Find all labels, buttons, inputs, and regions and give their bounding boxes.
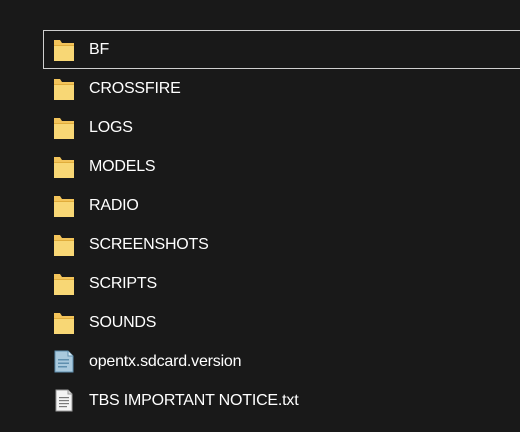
file-row-crossfire[interactable]: CROSSFIRE — [43, 69, 520, 108]
folder-icon — [53, 37, 75, 62]
file-name: LOGS — [89, 119, 133, 136]
file-name: SCRIPTS — [89, 275, 157, 292]
file-row-scripts[interactable]: SCRIPTS — [43, 264, 520, 303]
folder-icon — [53, 232, 75, 257]
text-file-icon — [53, 388, 75, 413]
folder-icon — [53, 115, 75, 140]
file-name: MODELS — [89, 158, 156, 175]
file-name: SCREENSHOTS — [89, 236, 209, 253]
file-name: RADIO — [89, 197, 139, 214]
version-file-icon — [53, 349, 75, 374]
folder-icon — [53, 310, 75, 335]
file-row-sounds[interactable]: SOUNDS — [43, 303, 520, 342]
folder-icon — [53, 76, 75, 101]
folder-icon — [53, 271, 75, 296]
file-name: SOUNDS — [89, 314, 157, 331]
file-row-models[interactable]: MODELS — [43, 147, 520, 186]
file-list: BF CROSSFIRE LOGS MODELS RADIO SCREENSHO… — [43, 30, 520, 420]
file-name: BF — [89, 41, 110, 58]
file-row-radio[interactable]: RADIO — [43, 186, 520, 225]
file-row-opentx-sdcard-version[interactable]: opentx.sdcard.version — [43, 342, 520, 381]
file-row-bf[interactable]: BF — [43, 30, 520, 69]
file-row-screenshots[interactable]: SCREENSHOTS — [43, 225, 520, 264]
file-name: opentx.sdcard.version — [89, 353, 242, 370]
folder-icon — [53, 154, 75, 179]
file-row-logs[interactable]: LOGS — [43, 108, 520, 147]
file-row-tbs-important-notice[interactable]: TBS IMPORTANT NOTICE.txt — [43, 381, 520, 420]
file-name: CROSSFIRE — [89, 80, 181, 97]
folder-icon — [53, 193, 75, 218]
file-name: TBS IMPORTANT NOTICE.txt — [89, 392, 299, 409]
